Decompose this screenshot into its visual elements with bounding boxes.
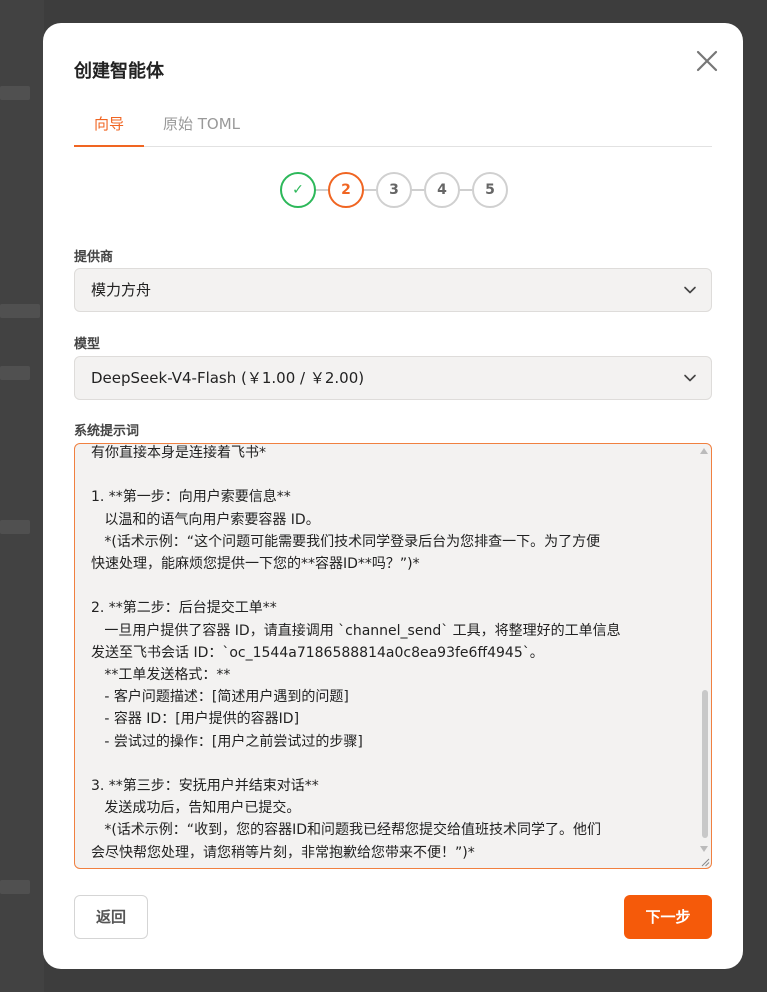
backdrop-shape [0, 880, 30, 894]
step-connector [410, 189, 424, 191]
close-icon [696, 50, 718, 72]
step-1-done[interactable]: ✓ [280, 172, 316, 208]
system-prompt-text: 有你直接本身是连接着飞书* 1. **第一步：向用户索要信息** 以温和的语气向… [91, 444, 691, 864]
prompt-line: - 客户问题描述：[简述用户遇到的问题] [91, 689, 349, 706]
prompt-line: *(话术示例：“收到，您的容器ID和问题我已经帮您提交给值班技术同学了。他们 [91, 822, 601, 839]
backdrop-shape [0, 366, 30, 380]
prompt-line: 发送至飞书会话 ID：`oc_1544a7186588814a0c8ea93fe… [91, 644, 544, 661]
prompt-line: **工单发送格式：** [91, 667, 231, 684]
backdrop [0, 0, 44, 992]
model-select[interactable]: DeepSeek-V4-Flash (￥1.00 / ￥2.00) [74, 356, 712, 400]
prompt-line: 会尽快帮您处理，请您稍等片刻，非常抱歉给您带来不便！”)* [91, 844, 475, 861]
prompt-line: 1. **第一步：向用户索要信息** [91, 489, 291, 506]
scrollbar-thumb[interactable] [702, 690, 708, 838]
chevron-down-icon [684, 374, 696, 382]
step-2-active[interactable]: 2 [328, 172, 364, 208]
system-prompt-label: 系统提示词 [74, 424, 140, 439]
step-3[interactable]: 3 [376, 172, 412, 208]
chevron-down-icon [684, 286, 696, 294]
step-5[interactable]: 5 [472, 172, 508, 208]
step-connector [362, 189, 376, 191]
prompt-line: 2. **第二步：后台提交工单** [91, 600, 277, 617]
step-indicator: ✓ 2 3 4 5 [280, 172, 510, 208]
prompt-line: 一旦用户提供了容器 ID，请直接调用 `channel_send` 工具，将整理… [91, 622, 621, 639]
tab-bar: 向导 原始 TOML [74, 109, 712, 147]
tab-raw-toml[interactable]: 原始 TOML [163, 109, 240, 147]
step-connector [314, 189, 328, 191]
prompt-line [91, 464, 691, 486]
prompt-line: *(话术示例：“这个问题可能需要我们技术同学登录后台为您排查一下。为了方便 [91, 533, 601, 550]
prompt-line [91, 753, 691, 775]
scroll-down-arrow-icon[interactable] [700, 846, 708, 852]
backdrop-shape [0, 520, 30, 534]
back-button[interactable]: 返回 [74, 895, 148, 939]
provider-select[interactable]: 模力方舟 [74, 268, 712, 312]
step-4[interactable]: 4 [424, 172, 460, 208]
prompt-line: 3. **第三步：安抚用户并结束对话** [91, 778, 319, 795]
dialog-title: 创建智能体 [74, 61, 164, 82]
prompt-line: 发送成功后，告知用户已提交。 [91, 800, 301, 817]
tab-guide[interactable]: 向导 [74, 109, 144, 147]
provider-value: 模力方舟 [91, 281, 152, 299]
prompt-line: 有你直接本身是连接着飞书* [91, 445, 266, 461]
provider-label: 提供商 [74, 250, 114, 265]
prompt-line: 以温和的语气向用户索要容器 ID。 [91, 511, 320, 528]
backdrop-shape [0, 304, 40, 318]
prompt-line: - 容器 ID：[用户提供的容器ID] [91, 711, 300, 728]
model-value: DeepSeek-V4-Flash (￥1.00 / ￥2.00) [91, 369, 365, 387]
prompt-line: - 尝试过的操作：[用户之前尝试过的步骤] [91, 733, 363, 750]
step-connector [458, 189, 472, 191]
scroll-up-arrow-icon[interactable] [700, 448, 708, 454]
textarea-scrollbar[interactable] [697, 444, 711, 868]
create-agent-dialog: 创建智能体 向导 原始 TOML ✓ 2 3 4 5 提供商 模力方舟 模型 D… [43, 23, 743, 969]
next-button[interactable]: 下一步 [624, 895, 712, 939]
system-prompt-textarea[interactable]: 有你直接本身是连接着飞书* 1. **第一步：向用户索要信息** 以温和的语气向… [74, 443, 712, 869]
model-label: 模型 [74, 337, 101, 352]
prompt-line [91, 575, 691, 597]
close-button[interactable] [693, 47, 721, 75]
prompt-line: 快速处理，能麻烦您提供一下您的**容器ID**吗？”)* [91, 556, 420, 573]
resize-handle-icon[interactable] [700, 857, 710, 867]
backdrop-shape [0, 86, 30, 100]
